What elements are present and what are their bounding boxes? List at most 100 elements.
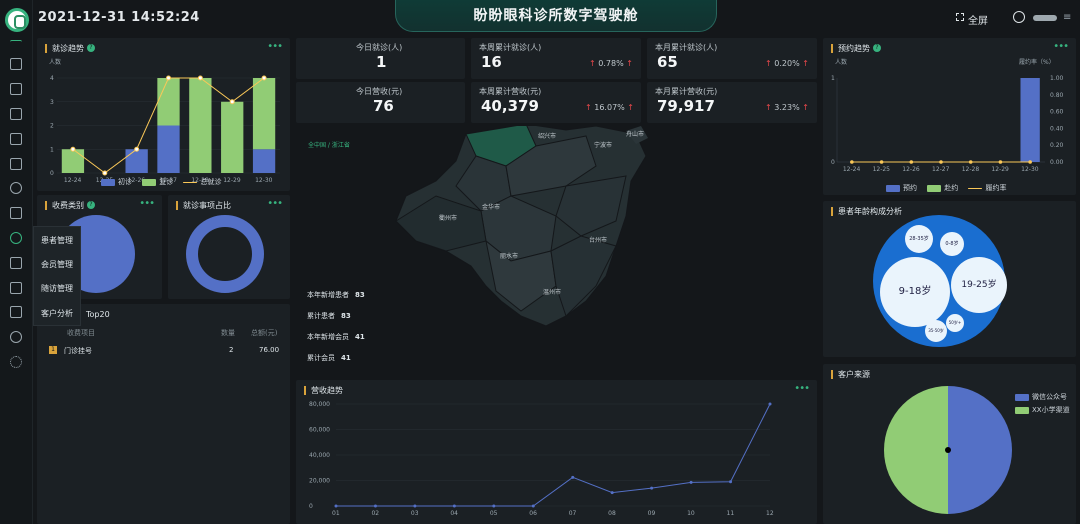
panel-title: 就诊趋势? bbox=[45, 44, 95, 53]
bar-first-visit bbox=[125, 149, 148, 173]
customer-source-pie[interactable] bbox=[883, 384, 1013, 516]
y-tick-label: 0 bbox=[309, 503, 313, 510]
user-icon[interactable] bbox=[10, 232, 22, 244]
submenu-item-members[interactable]: 会员管理 bbox=[41, 259, 73, 270]
user-name-placeholder[interactable] bbox=[1033, 15, 1057, 21]
cart-icon[interactable] bbox=[10, 282, 22, 294]
fullscreen-button[interactable]: 全屏 bbox=[956, 12, 988, 27]
zhejiang-map[interactable] bbox=[296, 126, 817, 376]
y2-tick-label: 0.80 bbox=[1050, 92, 1064, 99]
age-bubble[interactable]: 50岁+ bbox=[946, 314, 964, 332]
age-bubble[interactable]: 0-8岁 bbox=[940, 232, 964, 256]
help-icon[interactable]: ? bbox=[873, 44, 881, 52]
panel-title: 患者年龄构成分析 bbox=[831, 207, 902, 216]
y-tick-label: 40,000 bbox=[309, 452, 330, 459]
total-point bbox=[197, 75, 203, 81]
axis-unit: 人数 bbox=[49, 58, 61, 66]
more-icon[interactable]: ••• bbox=[267, 198, 283, 209]
stat-week-visits: 本周累计就诊(人) 16 ↑ 0.78% ↑ bbox=[471, 38, 641, 79]
avatar[interactable] bbox=[1013, 11, 1025, 23]
eye-icon[interactable] bbox=[10, 182, 22, 194]
map-breadcrumb[interactable]: 全中国 / 浙江省 bbox=[308, 140, 350, 149]
map-city-label: 台州市 bbox=[589, 237, 608, 244]
stat-value: 65 bbox=[657, 53, 678, 71]
map-city-label: 舟山市 bbox=[626, 131, 645, 138]
submenu-item-followup[interactable]: 随访管理 bbox=[41, 283, 73, 294]
y-tick-label: 80,000 bbox=[309, 401, 330, 408]
x-tick-label: 12-28 bbox=[962, 166, 980, 173]
x-tick-label: 12-24 bbox=[64, 177, 82, 184]
panel-title: 收费类别? bbox=[45, 201, 95, 210]
y-tick-label: 2 bbox=[50, 123, 54, 130]
y2-tick-label: 0.20 bbox=[1050, 142, 1064, 149]
age-bubble[interactable]: 28-35岁 bbox=[905, 225, 933, 253]
bar-appointment bbox=[1020, 78, 1040, 162]
revenue-chart: 0 20,000 40,000 60,000 80,000 01 02 03 04 05 06 07 0… bbox=[309, 401, 774, 517]
total-point bbox=[166, 75, 171, 81]
y-tick-label: 1 bbox=[50, 146, 54, 153]
y-tick-label: 3 bbox=[50, 99, 54, 106]
crown-icon[interactable] bbox=[10, 257, 22, 269]
revenue-point bbox=[610, 491, 614, 495]
bag-icon[interactable] bbox=[10, 108, 22, 120]
document-icon[interactable] bbox=[10, 158, 22, 170]
settings-icon[interactable] bbox=[10, 356, 22, 368]
stat-label: 今日营收(元) bbox=[356, 87, 403, 96]
datetime: 2021-12-31 14:52:24 bbox=[38, 10, 200, 25]
submenu-item-patients[interactable]: 患者管理 bbox=[41, 235, 73, 246]
submenu-item-customer-analysis[interactable]: 客户分析 bbox=[41, 308, 73, 319]
bar-return-visit bbox=[157, 78, 180, 126]
total-point bbox=[102, 170, 108, 176]
panel-title: 预约趋势? bbox=[831, 44, 881, 53]
y-tick-label: 1 bbox=[831, 75, 835, 82]
home-icon[interactable] bbox=[10, 83, 22, 95]
age-bubble[interactable]: 35-50岁 bbox=[925, 320, 947, 342]
age-bubble[interactable]: 19-25岁 bbox=[951, 257, 1007, 313]
page-title: 盼盼眼科诊所数字驾驶舱 bbox=[473, 8, 639, 24]
bar-first-visit bbox=[252, 149, 276, 173]
chart-icon[interactable] bbox=[10, 331, 22, 343]
help-icon[interactable]: ? bbox=[87, 44, 95, 52]
house-icon[interactable] bbox=[10, 306, 22, 318]
menu-icon[interactable] bbox=[10, 40, 22, 46]
visit-items-donut[interactable] bbox=[186, 215, 264, 293]
y-tick-label: 20,000 bbox=[309, 478, 330, 485]
bar-first-visit bbox=[157, 125, 180, 173]
x-tick-label: 08 bbox=[608, 510, 616, 517]
total-point bbox=[134, 146, 140, 152]
stat-month-revenue: 本月累计营收(元) 79,917 ↑ 3.23% ↑ bbox=[647, 82, 817, 123]
y-tick-label: 4 bbox=[50, 75, 54, 82]
more-icon[interactable]: ••• bbox=[1053, 41, 1069, 52]
stat-label: 本月累计营收(元) bbox=[655, 87, 718, 96]
rate-point bbox=[939, 160, 943, 164]
x-tick-label: 12-25 bbox=[873, 166, 891, 173]
x-tick-label: 12-26 bbox=[902, 166, 920, 173]
y-tick-label: 60,000 bbox=[309, 427, 330, 434]
age-bubble[interactable]: 9-18岁 bbox=[880, 257, 950, 327]
age-bubble-container: 28-35岁 0-8岁 9-18岁 19-25岁 50岁+ 35-50岁 bbox=[873, 215, 1007, 347]
chart-legend: 初诊 复诊 总就诊 bbox=[101, 177, 221, 187]
x-tick-label: 03 bbox=[411, 510, 419, 517]
map-city-label: 绍兴市 bbox=[538, 133, 557, 140]
total-point bbox=[70, 146, 76, 152]
bar-return-visit bbox=[189, 78, 212, 173]
bar-return-visit bbox=[61, 149, 85, 173]
more-icon[interactable]: ••• bbox=[267, 41, 283, 52]
stat-value: 1 bbox=[376, 53, 387, 71]
stat-value: 16 bbox=[481, 53, 502, 71]
hamburger-icon[interactable]: ≡ bbox=[1063, 12, 1071, 23]
table-row[interactable]: 1 门诊挂号 2 76.00 bbox=[37, 342, 290, 358]
stat-label: 本周累计就诊(人) bbox=[479, 43, 542, 52]
panel-title: Top20 bbox=[86, 310, 110, 319]
revenue-point bbox=[768, 402, 772, 406]
more-icon[interactable]: ••• bbox=[139, 198, 155, 209]
help-icon[interactable]: ? bbox=[87, 201, 95, 209]
calendar-icon[interactable] bbox=[10, 133, 22, 145]
revenue-point bbox=[729, 480, 733, 484]
appointment-chart: 人数 履约率（%） 0 1 0.00 0.20 0.40 0.60 0.80 1.00 12-24 1… bbox=[831, 58, 1064, 173]
rate-point bbox=[850, 160, 854, 164]
x-tick-label: 12-24 bbox=[843, 166, 861, 173]
card-icon[interactable] bbox=[10, 207, 22, 219]
logo[interactable] bbox=[5, 8, 29, 32]
monitor-icon[interactable] bbox=[10, 58, 22, 70]
